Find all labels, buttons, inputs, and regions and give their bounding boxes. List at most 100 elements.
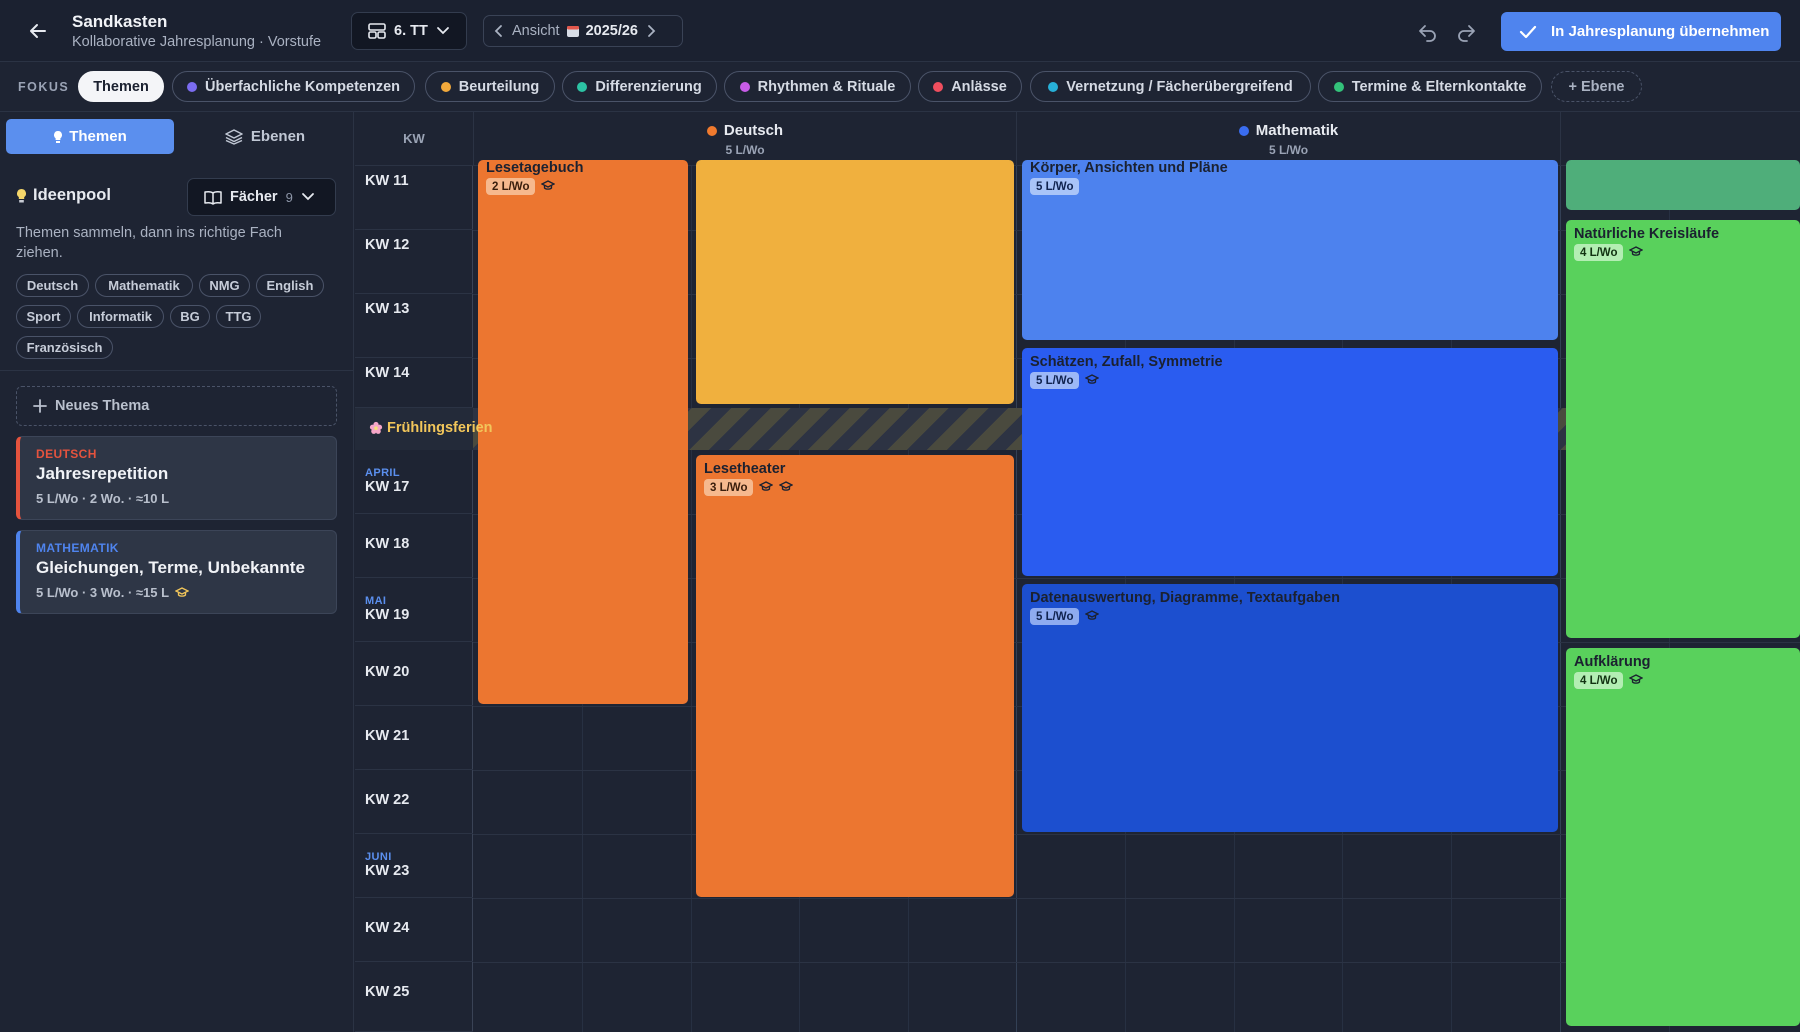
block-title: Aufklärung	[1574, 654, 1651, 670]
faecher-count: 9	[285, 189, 293, 205]
focus-chip-rhythmen-rituale[interactable]: Rhythmen & Rituale	[724, 71, 911, 102]
holiday-name: Frühlingsferien	[387, 420, 493, 436]
subject-name: Deutsch	[723, 122, 784, 139]
new-theme-label: Neues Thema	[55, 398, 150, 414]
chevron-left-icon	[494, 25, 502, 37]
holiday-label: Frühlingsferien	[369, 420, 493, 436]
theme-card-meta: 5 L/Wo · 3 Wo. · ≈15 L	[36, 585, 170, 600]
kw-label: KW 11	[365, 173, 409, 189]
tab-themen[interactable]: Themen	[6, 119, 174, 154]
kw-row: KW 22	[355, 770, 473, 834]
block-third-column-untitled[interactable]	[1566, 160, 1800, 210]
subject-tag-sport[interactable]: Sport	[16, 305, 71, 328]
subject-column-mathematik[interactable]: Mathematik 5 L/Wo	[1016, 112, 1560, 166]
sidebar-divider	[0, 370, 354, 371]
theme-card-title: Jahresrepetition	[36, 464, 169, 483]
book-open-icon	[204, 190, 222, 205]
blossom-icon	[369, 421, 383, 434]
block-title: Lesetagebuch	[486, 160, 584, 176]
kw-row: KW 11	[355, 166, 473, 230]
block-deutsch-untitled[interactable]	[696, 160, 1014, 404]
kw-label: KW 13	[365, 301, 410, 317]
block-datenauswertung[interactable]: Datenauswertung, Diagramme, Textaufgaben…	[1022, 584, 1558, 832]
layers-icon	[225, 128, 243, 145]
new-theme-button[interactable]: Neues Thema	[16, 386, 337, 426]
block-badge: 4 L/Wo	[1574, 672, 1624, 689]
block-aufklaerung[interactable]: Aufklärung 4 L/Wo	[1566, 648, 1800, 1026]
next-year-button[interactable]	[644, 24, 658, 38]
subject-lessons: 5 L/Wo	[1268, 143, 1309, 157]
grid-line	[1016, 166, 1017, 1032]
block-badge: 3 L/Wo	[704, 479, 754, 496]
chip-label: + Ebene	[1568, 78, 1625, 95]
chip-dot	[739, 81, 750, 92]
calendar-icon	[566, 26, 579, 37]
theme-card-meta: 5 L/Wo · 2 Wo. · ≈10 L	[36, 491, 170, 506]
subject-tag-bg[interactable]: BG	[170, 305, 210, 328]
theme-card-gleichungen[interactable]: MATHEMATIK Gleichungen, Terme, Unbekannt…	[16, 530, 337, 614]
kw-label: KW 14	[365, 365, 410, 381]
focus-chip-anlaesse[interactable]: Anlässe	[918, 71, 1022, 102]
graduation-cap-icon	[175, 587, 190, 597]
prev-year-button[interactable]	[492, 24, 506, 38]
block-badge: 5 L/Wo	[1030, 372, 1080, 389]
focus-chip-vernetzung[interactable]: Vernetzung / Fächerübergreifend	[1030, 71, 1311, 102]
block-lesetagebuch[interactable]: Lesetagebuch 2 L/Wo	[478, 160, 688, 704]
block-title: Datenauswertung, Diagramme, Textaufgaben	[1030, 590, 1340, 606]
block-koerper-ansichten[interactable]: Körper, Ansichten und Pläne 5 L/Wo	[1022, 160, 1558, 340]
focus-chip-termine-elternkontakte[interactable]: Termine & Elternkontakte	[1318, 71, 1542, 102]
apply-to-annual-plan-button[interactable]: In Jahresplanung übernehmen	[1501, 12, 1781, 51]
subject-tag-deutsch[interactable]: Deutsch	[16, 274, 89, 297]
chip-label: Rhythmen & Rituale	[757, 78, 896, 95]
faecher-label: Fächer	[230, 189, 278, 205]
subject-column-deutsch[interactable]: Deutsch 5 L/Wo	[473, 112, 1016, 166]
chevron-down-icon	[436, 27, 449, 35]
kw-row: KW 25	[355, 962, 473, 1032]
chip-dot	[933, 81, 944, 92]
subject-tag-ttg[interactable]: TTG	[216, 305, 261, 328]
block-lesetheater[interactable]: Lesetheater 3 L/Wo	[696, 455, 1014, 897]
kw-row: KW 13	[355, 294, 473, 358]
subject-tag-mathematik[interactable]: Mathematik	[95, 274, 193, 297]
kw-label: KW 19	[365, 607, 410, 623]
focus-chip-ueberfachliche-kompetenzen[interactable]: Überfachliche Kompetenzen	[172, 71, 415, 102]
faecher-filter-button[interactable]: Fächer 9	[187, 178, 336, 216]
lightbulb-icon	[54, 130, 63, 143]
subject-tag-informatik[interactable]: Informatik	[77, 305, 164, 328]
kw-label: KW 21	[365, 728, 410, 744]
block-natuerliche-kreislaeufe[interactable]: Natürliche Kreisläufe 4 L/Wo	[1566, 220, 1800, 638]
block-badge: 5 L/Wo	[1030, 178, 1080, 195]
ideenpool-title: Ideenpool	[16, 186, 111, 205]
subject-tag-franzoesisch[interactable]: Französisch	[16, 336, 113, 359]
apply-label: In Jahresplanung übernehmen	[1551, 23, 1770, 40]
graduation-cap-icon	[1629, 246, 1644, 256]
tab-ebenen[interactable]: Ebenen	[190, 119, 340, 154]
theme-card-jahresrepetition[interactable]: DEUTSCH Jahresrepetition 5 L/Wo · 2 Wo. …	[16, 436, 337, 520]
subject-tag-nmg[interactable]: NMG	[199, 274, 250, 297]
back-button[interactable]	[22, 18, 54, 44]
block-schaetzen-zufall[interactable]: Schätzen, Zufall, Symmetrie 5 L/Wo	[1022, 348, 1558, 576]
class-select[interactable]: 6. TT	[351, 12, 467, 50]
undo-button[interactable]	[1416, 20, 1440, 44]
tab-label: Ebenen	[250, 128, 306, 145]
graduation-cap-icon	[541, 180, 556, 190]
kw-row: JUNI KW 23	[355, 834, 473, 898]
add-layer-button[interactable]: + Ebene	[1551, 71, 1642, 102]
focus-chip-beurteilung[interactable]: Beurteilung	[425, 71, 555, 102]
graduation-cap-icon	[1085, 610, 1100, 620]
subject-dot	[1238, 125, 1249, 136]
subject-dot	[706, 125, 717, 136]
subject-tag-english[interactable]: English	[256, 274, 324, 297]
focus-chip-themen[interactable]: Themen	[78, 71, 164, 102]
chip-label: Überfachliche Kompetenzen	[205, 78, 400, 95]
pool-title-text: Ideenpool	[33, 186, 111, 204]
kw-label: KW 12	[365, 237, 410, 253]
chip-label: Differenzierung	[595, 78, 702, 95]
kw-row: APRIL KW 17	[355, 450, 473, 514]
redo-button[interactable]	[1454, 20, 1478, 44]
block-title: Körper, Ansichten und Pläne	[1030, 160, 1228, 176]
theme-card-title: Gleichungen, Terme, Unbekannte	[36, 558, 305, 577]
redo-icon	[1458, 25, 1475, 42]
focus-chip-differenzierung[interactable]: Differenzierung	[562, 71, 717, 102]
block-title: Natürliche Kreisläufe	[1574, 226, 1720, 242]
